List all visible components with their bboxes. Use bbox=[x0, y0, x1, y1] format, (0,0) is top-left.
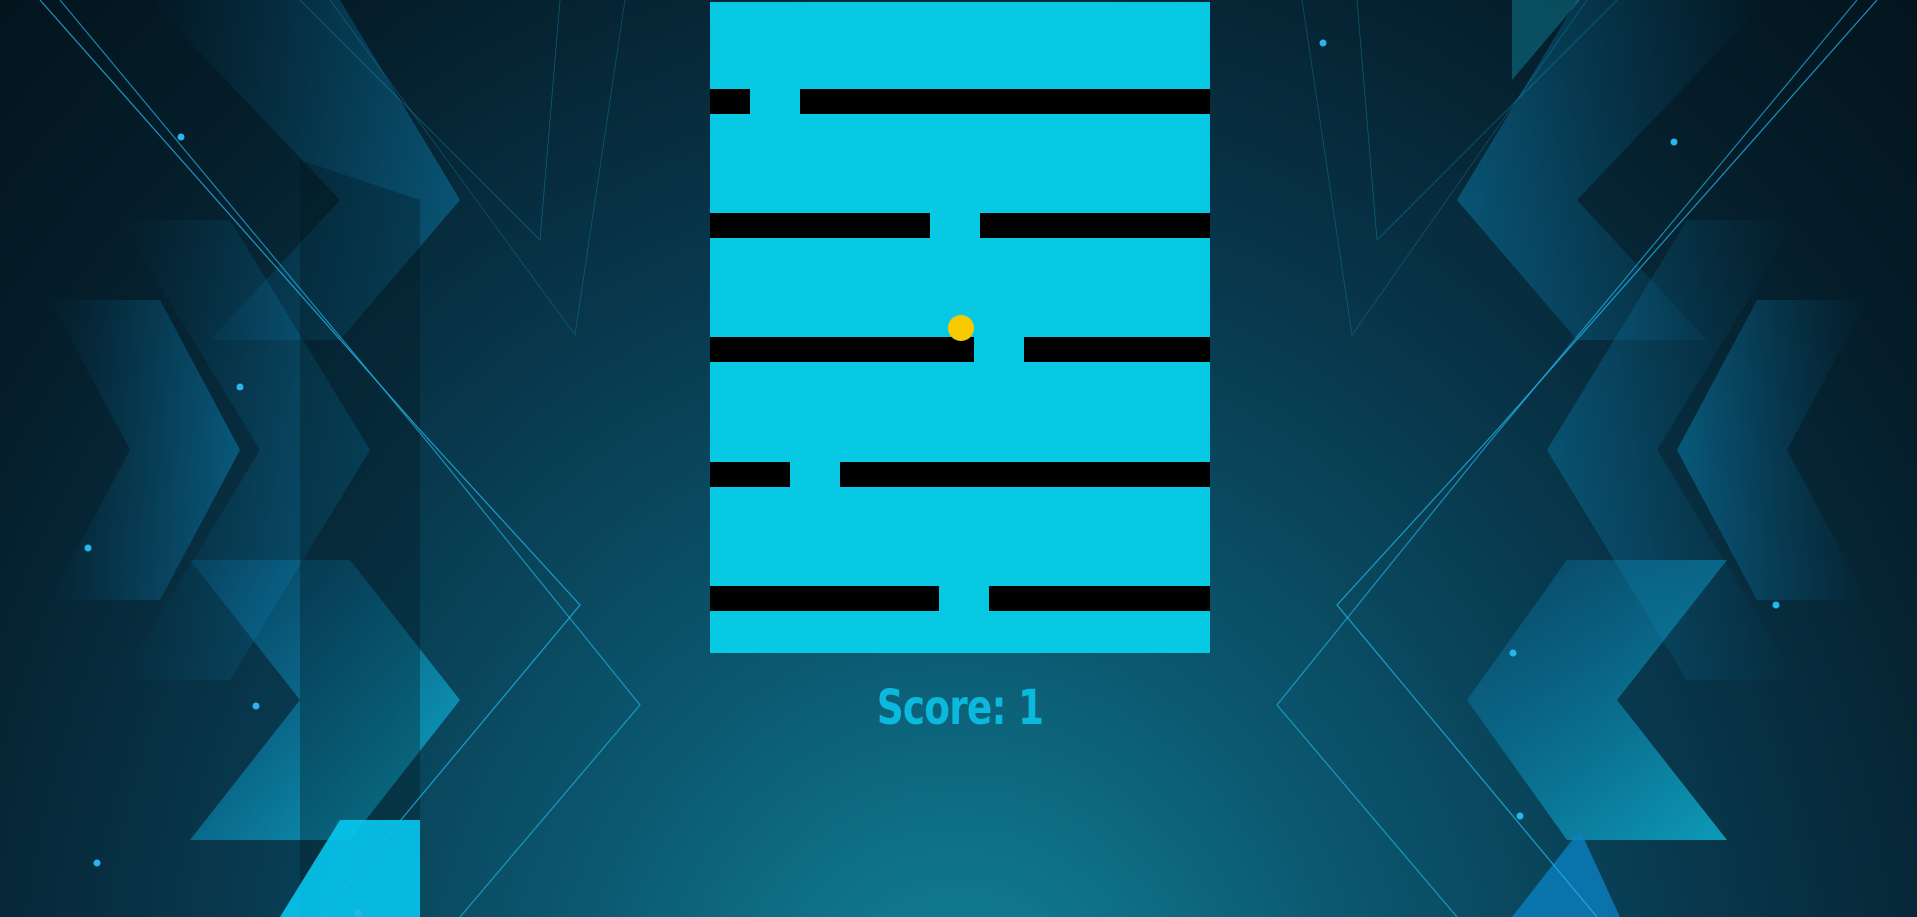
platform-row-4-right bbox=[840, 462, 1210, 487]
platform-row-5-right bbox=[989, 586, 1210, 611]
score-value: 1 bbox=[1018, 680, 1044, 736]
platform-row-5-left bbox=[710, 586, 939, 611]
ball-icon[interactable] bbox=[948, 315, 974, 341]
platform-row-1-left bbox=[710, 89, 750, 114]
platform-row-2-right bbox=[980, 213, 1210, 238]
score-display: Score: 1 bbox=[765, 680, 1155, 736]
game-board[interactable] bbox=[710, 2, 1210, 653]
platform-row-3-right bbox=[1024, 337, 1210, 362]
score-label: Score: bbox=[876, 680, 1007, 736]
platform-row-1-right bbox=[800, 89, 1210, 114]
left-chevron-group bbox=[39, 0, 641, 917]
platform-row-4-left bbox=[710, 462, 790, 487]
right-chevron-group bbox=[1276, 0, 1878, 917]
platform-row-2-left bbox=[710, 213, 930, 238]
platform-row-3-left bbox=[710, 337, 974, 362]
